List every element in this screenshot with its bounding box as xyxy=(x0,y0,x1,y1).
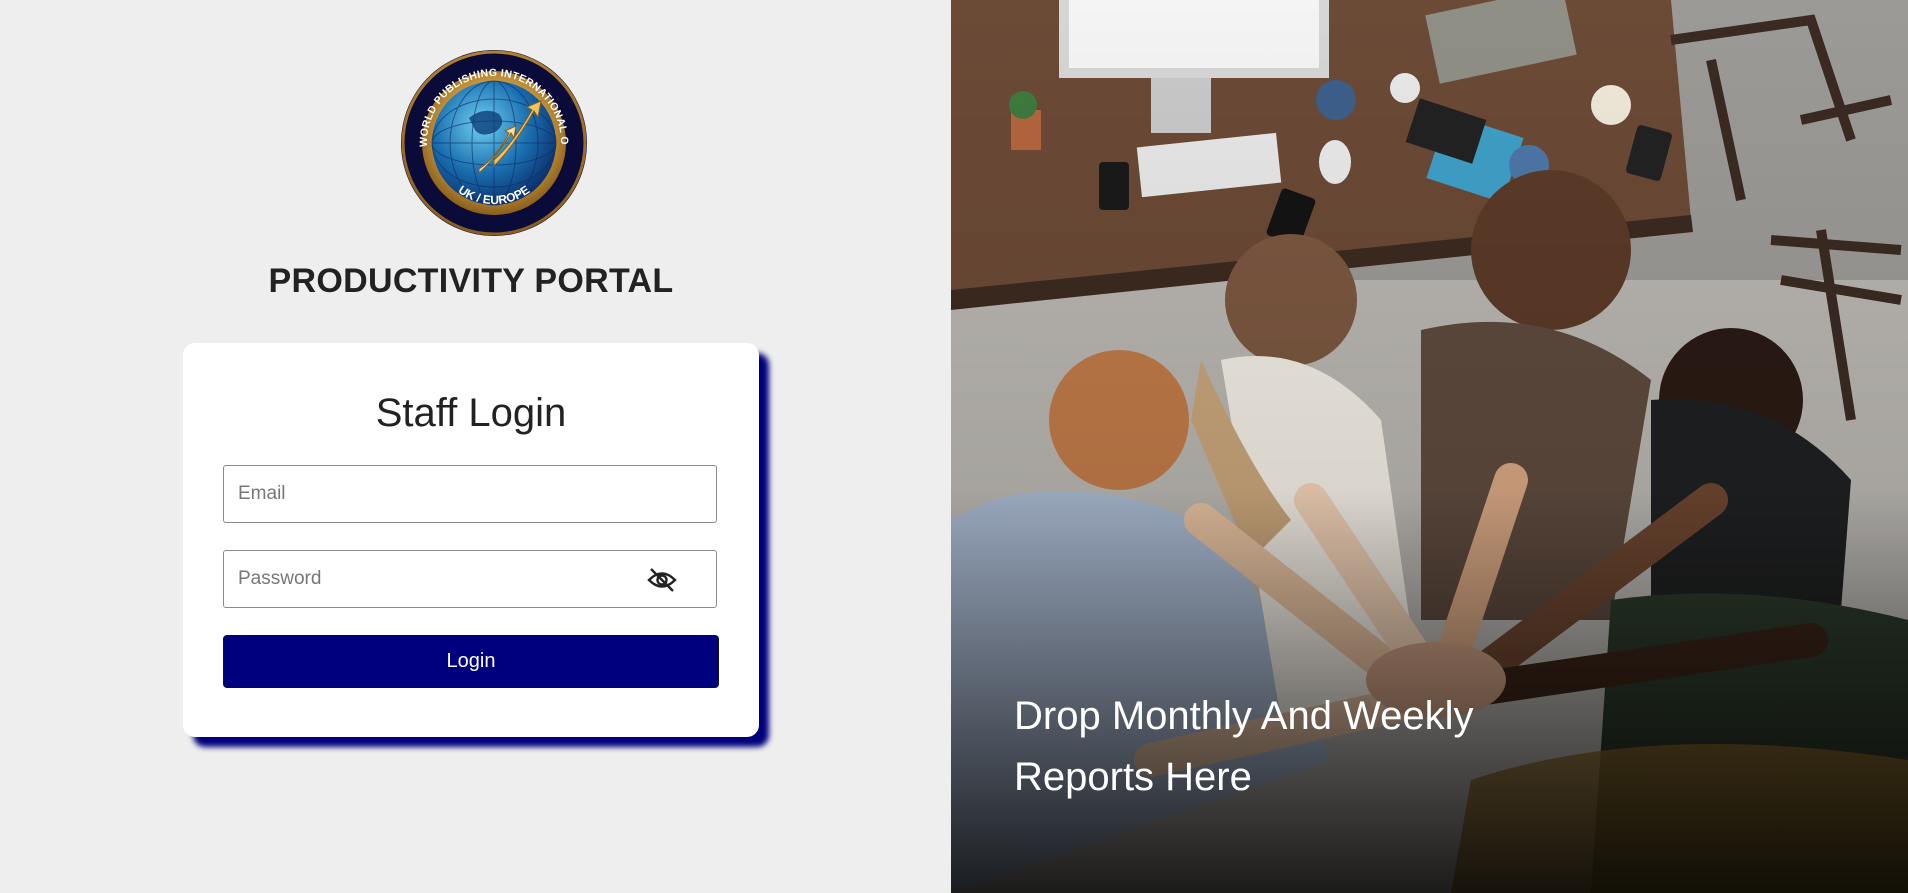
hero-panel: Drop Monthly And Weekly Reports Here xyxy=(951,0,1908,893)
hero-caption: Drop Monthly And Weekly Reports Here xyxy=(1014,694,1474,799)
eye-slash-icon[interactable] xyxy=(647,567,677,593)
login-button[interactable]: Login xyxy=(223,635,719,688)
password-field-wrapper xyxy=(223,550,719,610)
page-title: PRODUCTIVITY PORTAL xyxy=(268,262,674,300)
company-logo: LOVEWORLD PUBLISHING INTERNATIONAL OFFIC… xyxy=(399,48,587,236)
login-card: Staff Login Login xyxy=(183,343,759,737)
login-pane: LOVEWORLD PUBLISHING INTERNATIONAL OFFIC… xyxy=(0,0,951,893)
email-field[interactable] xyxy=(223,465,717,523)
login-card-title: Staff Login xyxy=(375,391,567,435)
password-field[interactable] xyxy=(223,550,717,608)
